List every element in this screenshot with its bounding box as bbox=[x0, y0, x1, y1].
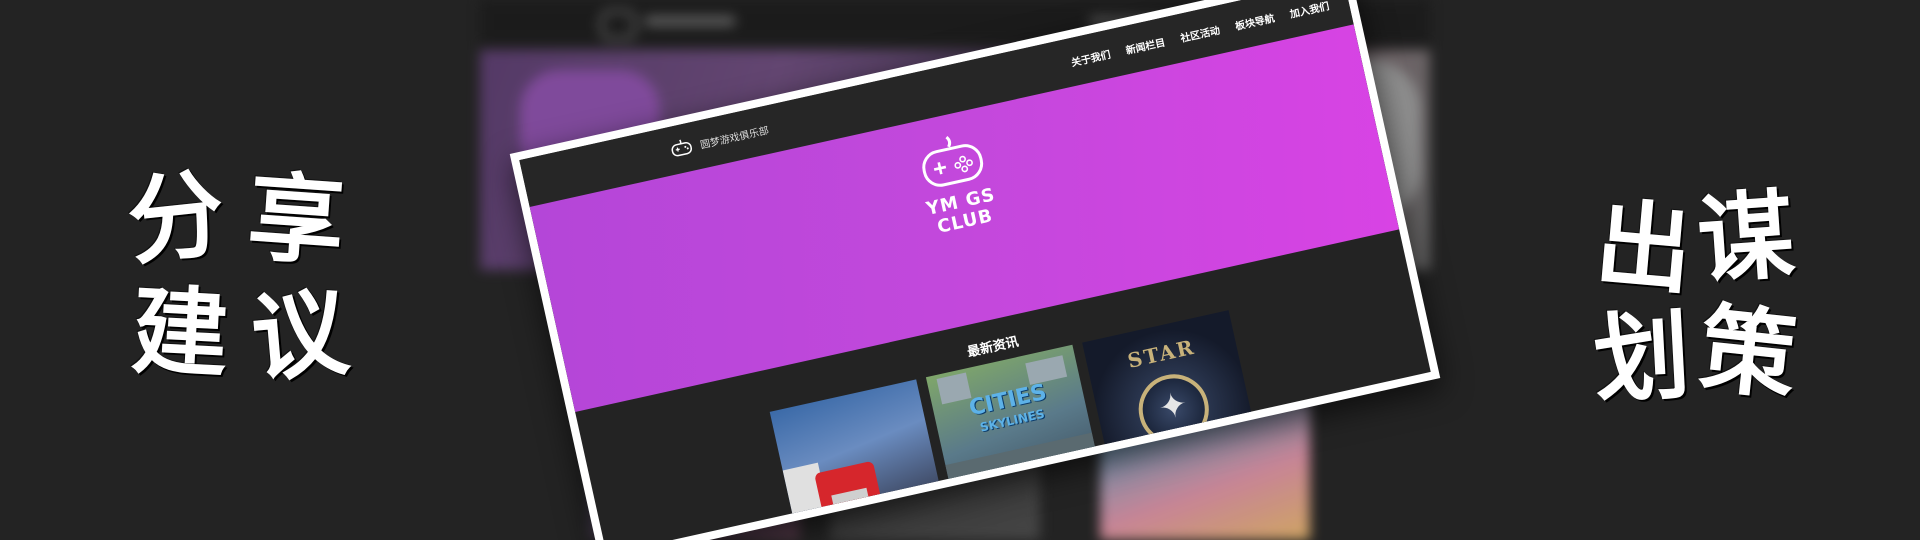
background-gamepad-icon bbox=[600, 10, 636, 40]
right-caption-char: 出 bbox=[1591, 187, 1697, 308]
nav-item-sections[interactable]: 板块导航 bbox=[1233, 10, 1275, 33]
club-logo: YM GS CLUB bbox=[897, 124, 1021, 263]
right-caption-char: 谋 bbox=[1694, 177, 1798, 298]
banner: 分 享 建 议 出 谋 划 策 圆梦游戏俱乐部 关于我们 新闻栏目 社区活动 板… bbox=[0, 0, 1920, 540]
background-logo-text bbox=[645, 16, 735, 26]
right-caption-char: 划 bbox=[1591, 298, 1693, 417]
site-logo[interactable]: 圆梦游戏俱乐部 bbox=[669, 120, 771, 159]
nav-item-community[interactable]: 社区活动 bbox=[1179, 22, 1221, 45]
gamepad-icon bbox=[669, 137, 694, 159]
site-name: 圆梦游戏俱乐部 bbox=[699, 125, 770, 151]
left-caption-char: 建 bbox=[129, 273, 231, 392]
nav-item-news[interactable]: 新闻栏目 bbox=[1124, 34, 1166, 57]
left-caption-char: 议 bbox=[247, 275, 353, 396]
nav-item-join[interactable]: 加入我们 bbox=[1288, 0, 1330, 21]
star-title: STAR bbox=[1125, 334, 1198, 373]
right-caption-char: 策 bbox=[1694, 291, 1802, 414]
left-caption-char: 分 bbox=[122, 156, 230, 279]
nav-item-about[interactable]: 关于我们 bbox=[1069, 46, 1111, 69]
left-caption-char: 享 bbox=[244, 159, 348, 280]
